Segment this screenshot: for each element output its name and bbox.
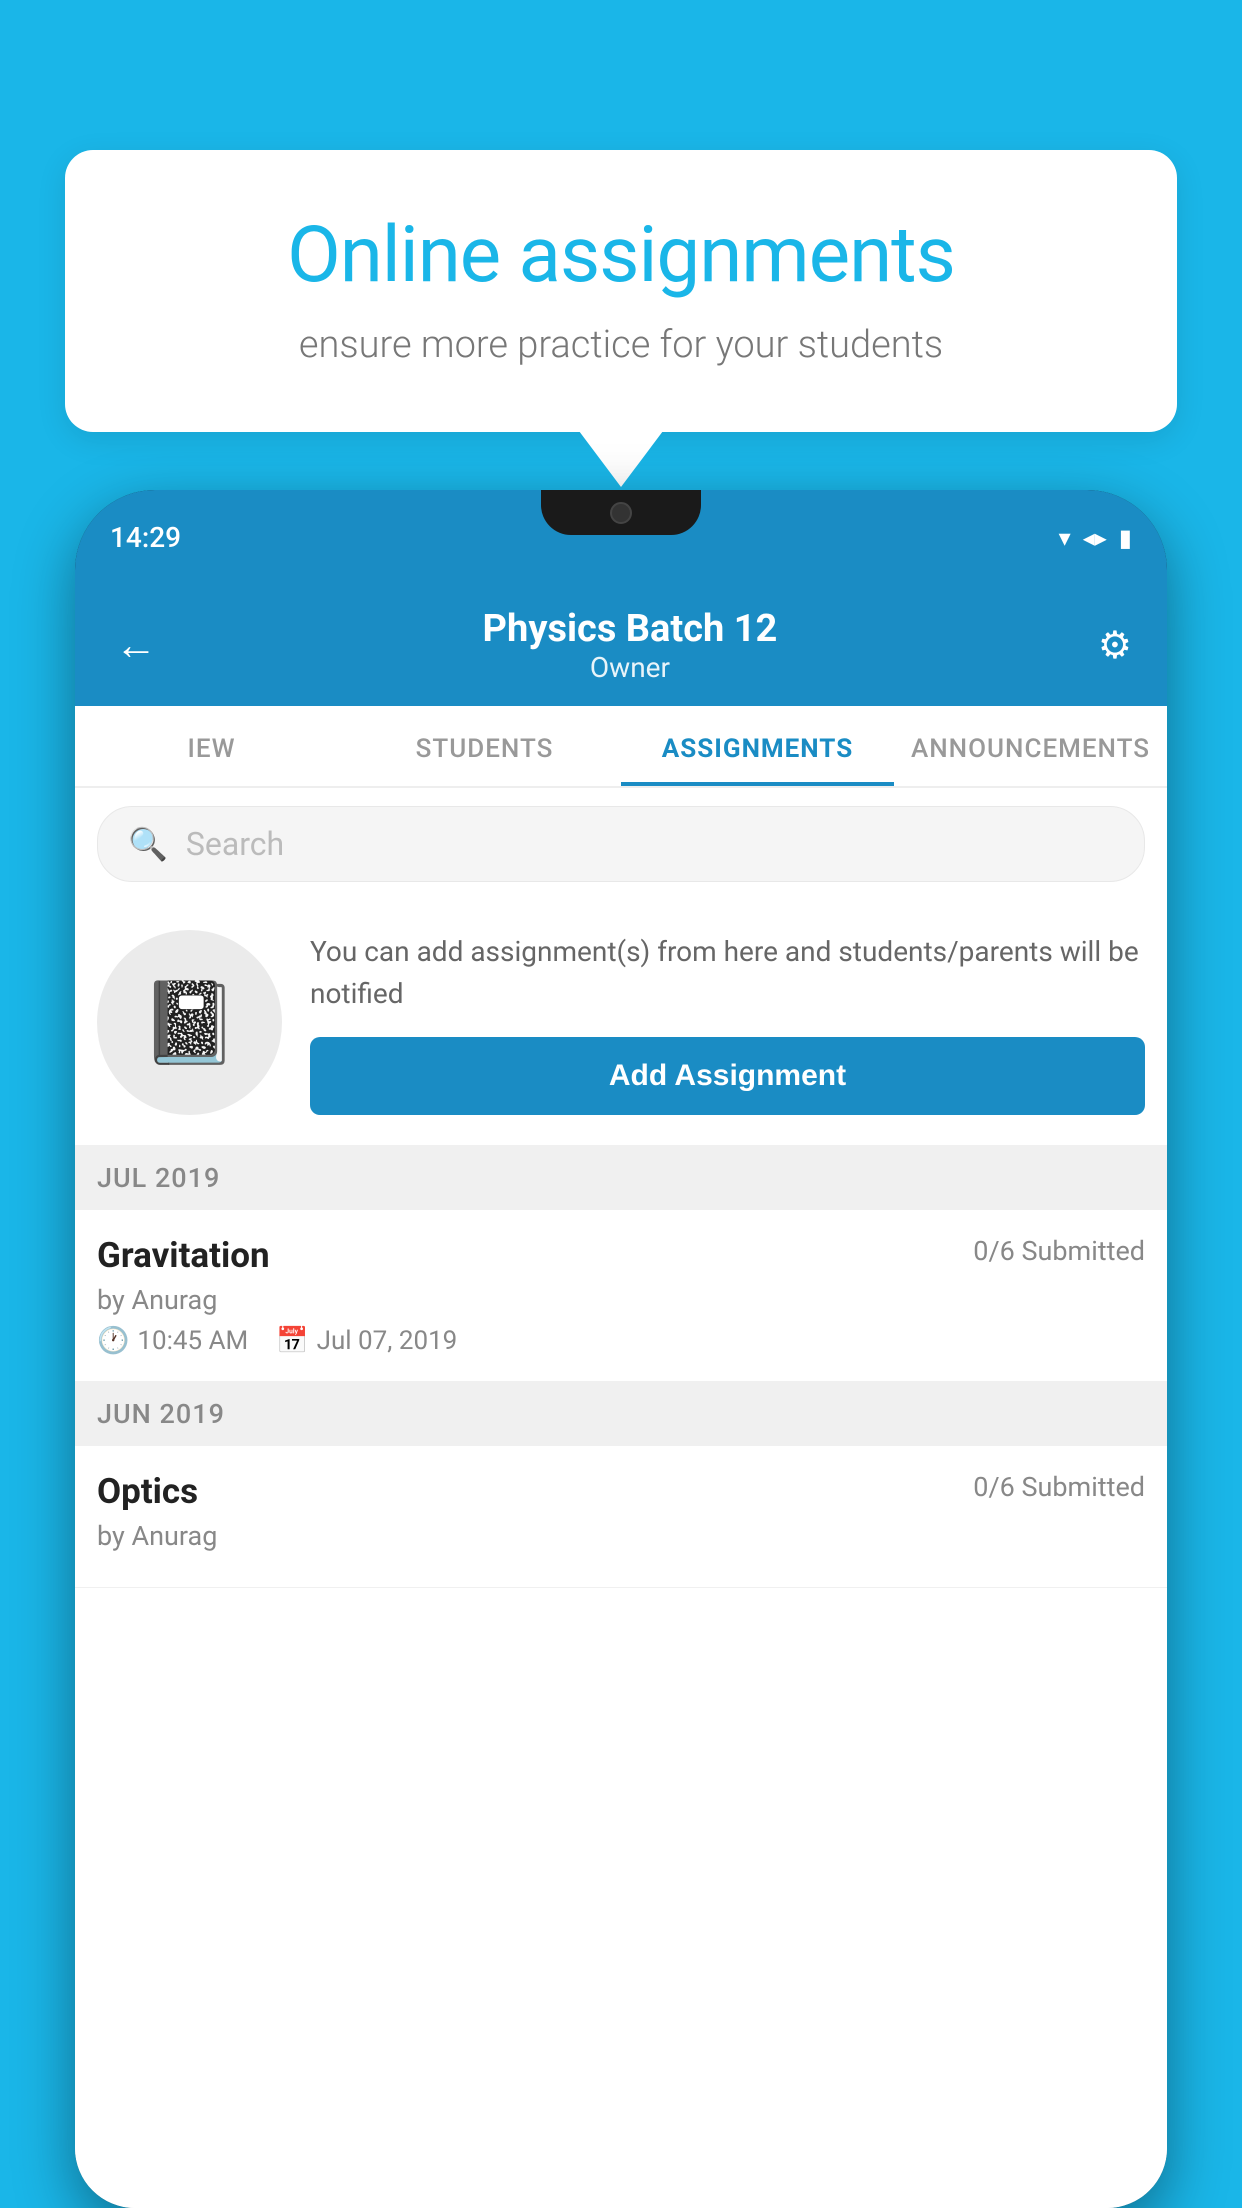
status-icons: ▾ ◂▸ ▮ [1059,524,1132,552]
assignment-gravitation-header: Gravitation 0/6 Submitted [97,1235,1145,1276]
search-placeholder: Search [186,825,284,863]
notebook-icon: 📓 [140,976,240,1070]
search-container: 🔍 Search [75,788,1167,900]
phone-frame: 14:29 ▾ ◂▸ ▮ ← Physics Batch 12 Owner ⚙ … [75,490,1167,2208]
section-jul-2019: JUL 2019 [75,1146,1167,1210]
bubble-subtitle: ensure more practice for your students [135,323,1107,367]
notch [541,490,701,535]
battery-icon: ▮ [1119,524,1132,552]
tab-announcements[interactable]: ANNOUNCEMENTS [894,706,1167,786]
promo-section: 📓 You can add assignment(s) from here an… [75,900,1167,1146]
wifi-icon: ▾ [1059,524,1071,552]
tab-assignments[interactable]: ASSIGNMENTS [621,706,894,786]
status-bar: 14:29 ▾ ◂▸ ▮ [75,490,1167,585]
header-title: Physics Batch 12 [162,607,1098,651]
tab-students[interactable]: STUDENTS [348,706,621,786]
assignment-gravitation[interactable]: Gravitation 0/6 Submitted by Anurag 🕐 10… [75,1210,1167,1382]
tab-iew[interactable]: IEW [75,706,348,786]
gravitation-author: by Anurag [97,1284,1145,1316]
search-icon: 🔍 [128,825,168,863]
status-time: 14:29 [110,521,181,554]
bubble-title: Online assignments [135,210,1107,301]
promo-icon-circle: 📓 [97,930,282,1115]
promo-content: You can add assignment(s) from here and … [310,931,1145,1115]
phone-screen: 🔍 Search 📓 You can add assignment(s) fro… [75,788,1167,2208]
assignment-optics-header: Optics 0/6 Submitted [97,1471,1145,1512]
calendar-icon: 📅 [276,1326,308,1356]
app-header: ← Physics Batch 12 Owner ⚙ [75,585,1167,706]
assignment-optics[interactable]: Optics 0/6 Submitted by Anurag [75,1446,1167,1588]
back-button[interactable]: ← [110,616,162,675]
settings-button[interactable]: ⚙ [1098,623,1132,668]
header-title-group: Physics Batch 12 Owner [162,607,1098,684]
gravitation-meta: 🕐 10:45 AM 📅 Jul 07, 2019 [97,1326,1145,1356]
optics-title: Optics [97,1471,198,1512]
gravitation-date: 📅 Jul 07, 2019 [276,1326,457,1356]
gravitation-time: 🕐 10:45 AM [97,1326,248,1356]
speech-bubble-container: Online assignments ensure more practice … [65,150,1177,432]
clock-icon: 🕐 [97,1326,129,1356]
add-assignment-button[interactable]: Add Assignment [310,1037,1145,1115]
signal-icon: ◂▸ [1083,524,1107,552]
search-bar[interactable]: 🔍 Search [97,806,1145,882]
phone-inner: ← Physics Batch 12 Owner ⚙ IEW STUDENTS … [75,585,1167,2208]
section-jun-2019: JUN 2019 [75,1382,1167,1446]
optics-author: by Anurag [97,1520,1145,1552]
camera [610,502,632,524]
optics-submitted: 0/6 Submitted [973,1471,1145,1503]
header-subtitle: Owner [162,651,1098,684]
tabs-bar: IEW STUDENTS ASSIGNMENTS ANNOUNCEMENTS [75,706,1167,788]
speech-bubble: Online assignments ensure more practice … [65,150,1177,432]
gravitation-submitted: 0/6 Submitted [973,1235,1145,1267]
promo-description: You can add assignment(s) from here and … [310,931,1145,1015]
gravitation-title: Gravitation [97,1235,270,1276]
